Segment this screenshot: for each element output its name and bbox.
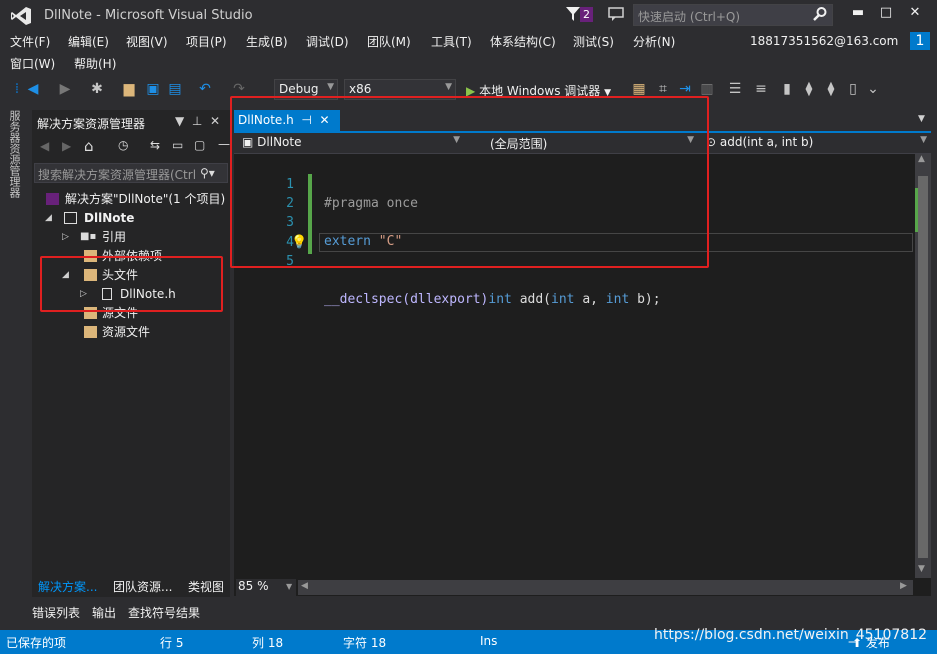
tree-solution[interactable]: 解决方案"DllNote"(1 个项目)	[32, 190, 230, 209]
member-nav-dropdown[interactable]: ⊙ add(int a, int b) ▼	[702, 135, 931, 153]
zoom-dropdown-icon[interactable]: ▼	[286, 582, 292, 591]
dropdown-icon[interactable]: ▼	[175, 114, 184, 128]
home-icon[interactable]: ⌂	[84, 137, 94, 155]
status-message: 已保存的项	[6, 636, 67, 650]
collapsed-arrow-icon[interactable]: ▷	[62, 228, 69, 247]
status-char: 字符 18	[343, 636, 387, 650]
solution-search-input[interactable]: 搜索解决方案资源管理器(Ctrl	[34, 163, 228, 183]
menu-view[interactable]: 视图(V)	[126, 33, 168, 50]
notification-count[interactable]: 1	[910, 32, 930, 50]
bookmark-next-icon[interactable]: ⧫	[822, 80, 840, 98]
server-explorer-tab[interactable]: 服务器资源管理器	[6, 110, 22, 220]
menu-test[interactable]: 测试(S)	[573, 33, 614, 50]
toolbar-overflow-icon[interactable]: ⌄	[864, 80, 882, 98]
undo-icon[interactable]: ↶	[196, 80, 214, 98]
bookmark-clear-icon[interactable]: ▯	[844, 80, 862, 98]
solution-explorer-panel	[32, 110, 230, 597]
tree-project[interactable]: ◢ DllNote	[32, 209, 230, 228]
watermark: https://blog.csdn.net/weixin_45107812	[654, 627, 928, 643]
status-insert-mode: Ins	[480, 634, 498, 648]
sync-icon[interactable]: ⇆	[150, 138, 160, 152]
menu-architecture[interactable]: 体系结构(C)	[490, 33, 556, 50]
menu-project[interactable]: 项目(P)	[186, 33, 227, 50]
vertical-scrollbar[interactable]: ▲ ▼	[915, 154, 931, 578]
close-panel-icon[interactable]: ✕	[210, 114, 220, 128]
new-project-icon[interactable]: ✱	[88, 80, 106, 98]
account-name[interactable]: 18817351562@163.com	[750, 34, 898, 48]
visual-studio-logo-icon	[11, 7, 31, 25]
tab-list-dropdown-icon[interactable]: ▼	[918, 114, 925, 124]
menu-window[interactable]: 窗口(W)	[10, 55, 55, 72]
filter-icon[interactable]	[566, 6, 580, 22]
status-column: 列 18	[252, 636, 284, 650]
properties-icon[interactable]: —	[218, 137, 230, 151]
folder-icon	[84, 326, 97, 338]
minimize-icon[interactable]: ▬	[848, 5, 868, 23]
forward-icon[interactable]: ▶	[62, 139, 71, 153]
menu-analyze[interactable]: 分析(N)	[633, 33, 675, 50]
open-file-icon[interactable]: ▆	[120, 80, 138, 98]
history-icon[interactable]: ◷	[118, 138, 128, 152]
save-all-icon[interactable]: ▤	[166, 80, 184, 98]
menu-file[interactable]: 文件(F)	[10, 33, 50, 50]
project-icon	[64, 212, 77, 224]
menu-help[interactable]: 帮助(H)	[74, 55, 116, 72]
back-icon[interactable]: ◀	[40, 139, 49, 153]
back-icon[interactable]: ◀	[24, 80, 42, 98]
show-all-icon[interactable]: ▢	[194, 138, 205, 152]
maximize-icon[interactable]: □	[876, 5, 896, 23]
change-marker	[915, 188, 918, 232]
quick-launch-input[interactable]: 快速启动 (Ctrl+Q)	[633, 4, 833, 26]
horizontal-scrollbar[interactable]: ◀ ▶	[298, 580, 913, 595]
annotation-box-editor	[230, 96, 709, 268]
menu-tools[interactable]: 工具(T)	[431, 33, 472, 50]
status-line: 行 5	[160, 636, 184, 650]
close-icon[interactable]: ✕	[905, 5, 925, 23]
tree-references[interactable]: ▷ ■▪ 引用	[32, 228, 230, 247]
menu-team[interactable]: 团队(M)	[367, 33, 411, 50]
references-icon: ■▪	[80, 231, 97, 242]
expanded-arrow-icon[interactable]: ◢	[45, 209, 52, 228]
uncomment-icon[interactable]: ≡	[752, 80, 770, 98]
tab-class-view[interactable]: 类视图	[188, 578, 224, 595]
annotation-box-header-files	[40, 256, 223, 312]
menu-debug[interactable]: 调试(D)	[306, 33, 349, 50]
search-icon[interactable]	[812, 6, 828, 22]
tree-resource-files[interactable]: 资源文件	[32, 323, 230, 342]
bookmark-icon[interactable]: ▮	[778, 80, 796, 98]
scrollbar-thumb[interactable]	[918, 176, 928, 558]
forward-icon[interactable]: ▶	[56, 80, 74, 98]
solution-icon	[46, 193, 59, 205]
tab-output[interactable]: 输出	[92, 604, 116, 621]
window-title: DllNote - Microsoft Visual Studio	[44, 8, 253, 23]
menu-edit[interactable]: 编辑(E)	[68, 33, 109, 50]
collapse-icon[interactable]: ▭	[172, 138, 183, 152]
save-icon[interactable]: ▣	[144, 80, 162, 98]
menu-build[interactable]: 生成(B)	[246, 33, 288, 50]
bookmark-prev-icon[interactable]: ⧫	[800, 80, 818, 98]
solution-explorer-toolbar: ◀ ▶ ⌂ ◷ ⇆ ▭ ▢ —	[32, 136, 230, 160]
search-options-icon[interactable]: ⚲▾	[200, 166, 215, 180]
panel-header-buttons: ▼ ⊥ ✕	[175, 114, 220, 128]
tab-error-list[interactable]: 错误列表	[32, 604, 80, 621]
feedback-icon[interactable]	[608, 6, 624, 22]
notification-badge[interactable]: 2	[580, 7, 593, 22]
pin-icon[interactable]: ⊥	[192, 114, 202, 128]
tab-find-symbol-results[interactable]: 查找符号结果	[128, 604, 200, 621]
tab-team-explorer[interactable]: 团队资源...	[113, 578, 172, 595]
tab-solution-explorer[interactable]: 解决方案...	[38, 578, 97, 595]
comment-icon[interactable]: ☰	[726, 80, 744, 98]
solution-explorer-title: 解决方案资源管理器	[37, 117, 146, 131]
